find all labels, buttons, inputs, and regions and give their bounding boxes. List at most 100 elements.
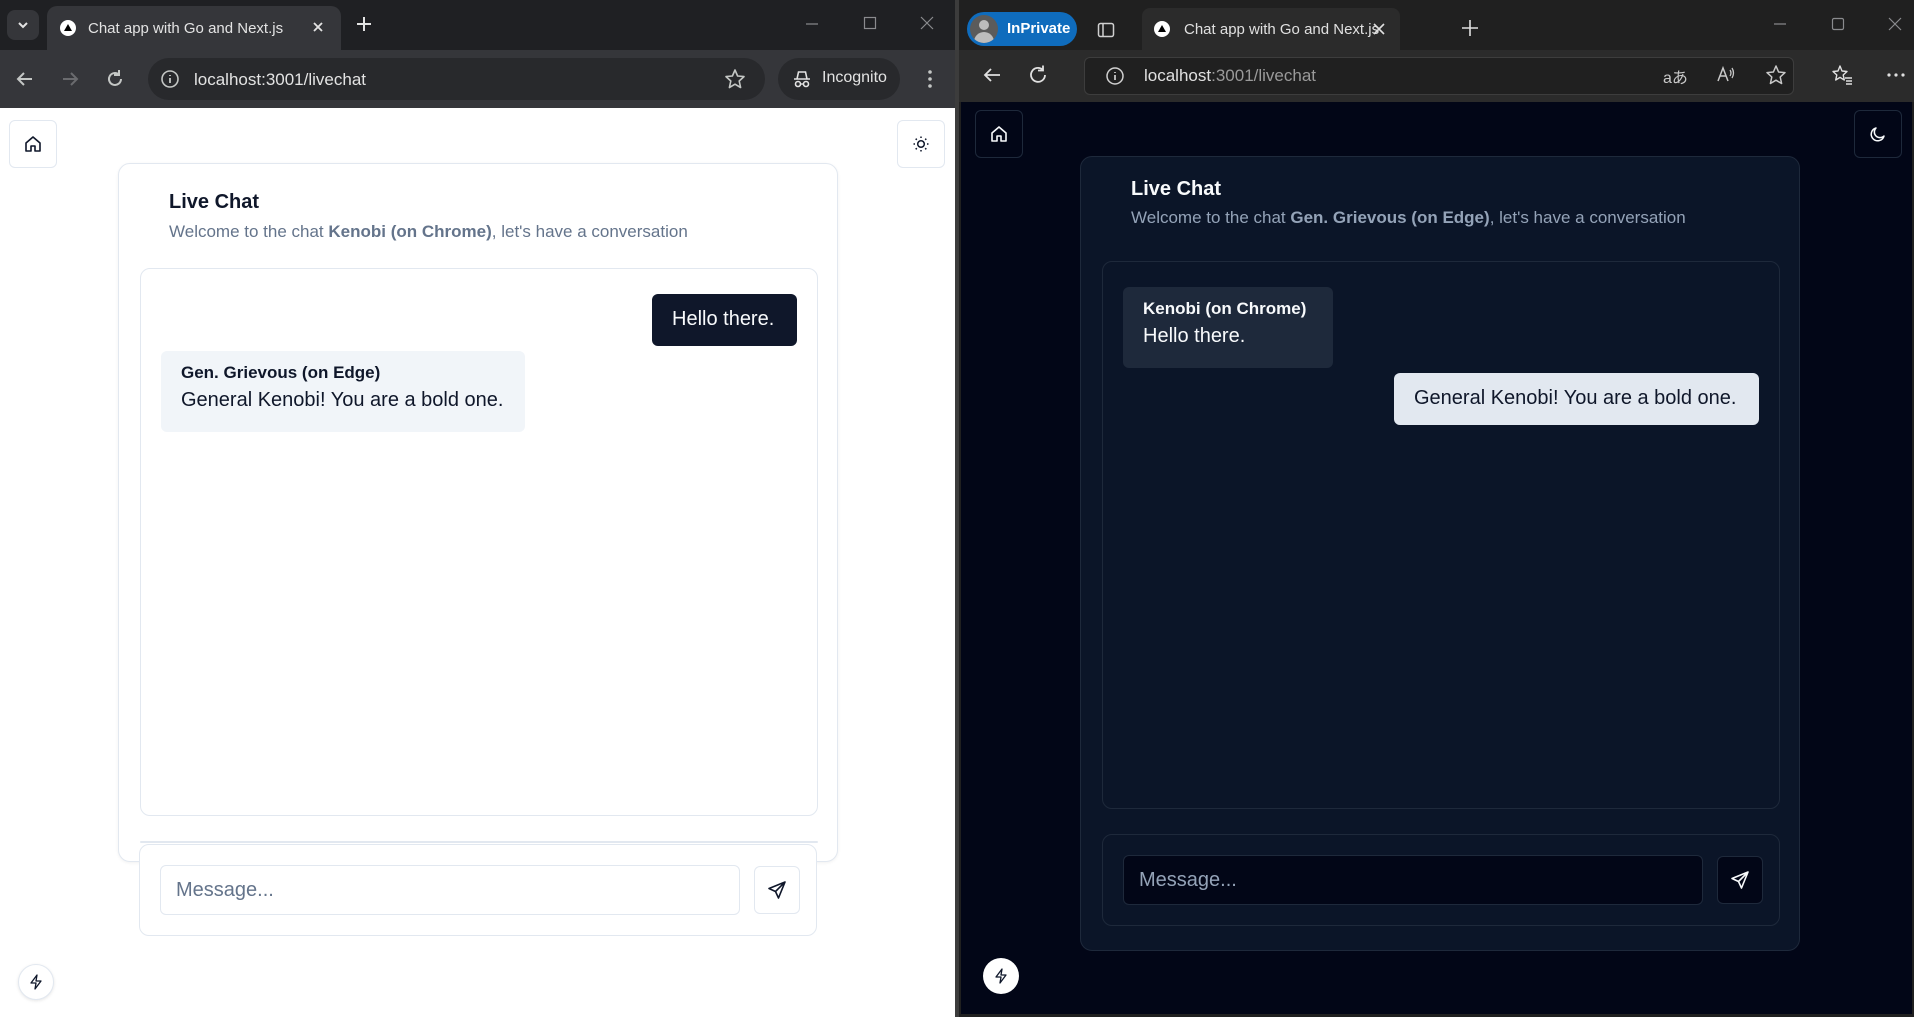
favorites-button[interactable]	[1831, 64, 1853, 86]
home-button[interactable]	[9, 120, 57, 168]
tab-close-button[interactable]	[309, 18, 327, 36]
close-window-button[interactable]	[918, 14, 936, 32]
send-button[interactable]	[754, 866, 800, 914]
close-window-button[interactable]	[1886, 15, 1904, 33]
maximize-button[interactable]	[1829, 15, 1847, 33]
dev-indicator-button[interactable]	[983, 958, 1019, 994]
star-icon	[725, 69, 745, 89]
arrow-left-icon	[16, 72, 32, 86]
page-title: Live Chat	[169, 191, 260, 213]
tab-title: Chat app with Go and Next.js	[1184, 21, 1380, 38]
read-aloud-button[interactable]	[1715, 64, 1737, 86]
close-icon	[313, 22, 323, 32]
welcome-subtitle: Welcome to the chat Kenobi (on Chrome), …	[169, 222, 688, 242]
inprivate-badge[interactable]: InPrivate	[967, 12, 1077, 46]
message-composer	[139, 844, 817, 936]
messages-panel: Kenobi (on Chrome) Hello there. General …	[1102, 261, 1780, 809]
live-chat-card: Live Chat Welcome to the chat Kenobi (on…	[118, 163, 838, 862]
message-bubble-own: Hello there.	[652, 294, 797, 346]
incognito-icon	[794, 71, 810, 88]
chrome-page: Live Chat Welcome to the chat Kenobi (on…	[0, 108, 955, 1017]
nextjs-favicon-icon	[60, 20, 76, 36]
arrow-right-icon	[63, 72, 79, 86]
live-chat-card: Live Chat Welcome to the chat Gen. Griev…	[1080, 156, 1800, 951]
reload-icon	[108, 70, 122, 86]
current-username: Gen. Grievous (on Edge)	[1290, 208, 1490, 227]
arrow-left-icon	[983, 68, 1000, 82]
message-sender: Gen. Grievous (on Edge)	[181, 363, 381, 382]
reload-button[interactable]	[1027, 64, 1049, 86]
new-tab-button[interactable]	[354, 14, 374, 34]
home-icon	[25, 136, 41, 152]
page-title: Live Chat	[1131, 178, 1222, 200]
chevron-down-icon	[18, 22, 28, 29]
inprivate-label: InPrivate	[1007, 20, 1071, 37]
edge-page: Live Chat Welcome to the chat Gen. Griev…	[961, 102, 1912, 1014]
message-text: General Kenobi! You are a bold one.	[1414, 387, 1737, 409]
favorites-icon	[1832, 65, 1852, 85]
favorite-star-button[interactable]	[1765, 64, 1787, 86]
maximize-icon	[863, 16, 877, 30]
back-button[interactable]	[14, 68, 36, 90]
tab-search-button[interactable]	[7, 10, 39, 40]
tab-title: Chat app with Go and Next.js	[88, 20, 284, 37]
message-input[interactable]	[160, 865, 740, 915]
incognito-badge[interactable]: Incognito	[778, 58, 900, 100]
maximize-button[interactable]	[861, 14, 879, 32]
translate-button[interactable]: aあ	[1663, 64, 1688, 88]
profile-avatar	[970, 15, 998, 43]
bookmark-star-button[interactable]	[724, 68, 746, 90]
message-sender: Kenobi (on Chrome)	[1143, 299, 1307, 318]
more-vertical-icon	[928, 70, 932, 88]
nextjs-favicon-icon	[1154, 21, 1170, 37]
input-card-spacer	[140, 841, 818, 843]
welcome-subtitle: Welcome to the chat Gen. Grievous (on Ed…	[1131, 208, 1686, 228]
message-bubble-own: General Kenobi! You are a bold one.	[1394, 373, 1759, 425]
send-button[interactable]	[1717, 856, 1763, 904]
dev-indicator-button[interactable]	[18, 964, 54, 1000]
read-aloud-icon	[1717, 65, 1735, 82]
minimize-icon	[1774, 23, 1786, 25]
reload-icon	[1030, 65, 1046, 83]
url-text: localhost:3001/livechat	[1144, 66, 1316, 86]
url-path: :3001/livechat	[1211, 66, 1317, 85]
subtitle-suffix: , let's have a conversation	[1489, 208, 1686, 227]
url-text: localhost:3001/livechat	[194, 70, 367, 89]
tab-actions-button[interactable]	[1096, 20, 1116, 40]
maximize-icon	[1831, 17, 1845, 31]
plus-icon	[357, 17, 371, 31]
edge-menu-button[interactable]	[1885, 64, 1907, 86]
close-icon	[1373, 23, 1385, 35]
star-icon	[1766, 65, 1786, 85]
chrome-tab-active[interactable]: Chat app with Go and Next.js	[47, 6, 341, 50]
message-composer	[1102, 834, 1780, 926]
send-icon	[768, 881, 786, 899]
reload-button[interactable]	[104, 68, 126, 90]
site-info-button[interactable]	[1105, 66, 1125, 86]
site-info-button[interactable]	[160, 69, 180, 89]
theme-toggle-button[interactable]	[1854, 110, 1902, 158]
close-icon	[920, 16, 934, 30]
current-username: Kenobi (on Chrome)	[328, 222, 492, 241]
edge-tab-active[interactable]: Chat app with Go and Next.js	[1142, 8, 1400, 50]
new-tab-button[interactable]	[1459, 17, 1481, 39]
message-text: Hello there.	[1143, 325, 1246, 347]
minimize-button[interactable]	[1771, 15, 1789, 33]
home-button[interactable]	[975, 110, 1023, 158]
more-horizontal-icon	[1887, 73, 1905, 77]
chrome-window: Chat app with Go and Next.js localhost:3…	[0, 0, 955, 1017]
forward-button[interactable]	[59, 68, 81, 90]
bolt-icon	[995, 968, 1007, 984]
subtitle-suffix: , let's have a conversation	[491, 222, 688, 241]
theme-toggle-button[interactable]	[897, 120, 945, 168]
url-host: localhost	[1144, 66, 1212, 85]
edge-window: InPrivate Chat app with Go and Next.js l…	[959, 0, 1914, 1017]
back-button[interactable]	[981, 64, 1003, 86]
message-input[interactable]	[1123, 855, 1703, 905]
tab-close-button[interactable]	[1370, 20, 1388, 38]
minimize-button[interactable]	[803, 14, 821, 32]
chrome-menu-button[interactable]	[919, 68, 941, 90]
info-icon	[161, 70, 179, 88]
minimize-icon	[806, 23, 818, 25]
subtitle-prefix: Welcome to the chat	[169, 222, 329, 241]
